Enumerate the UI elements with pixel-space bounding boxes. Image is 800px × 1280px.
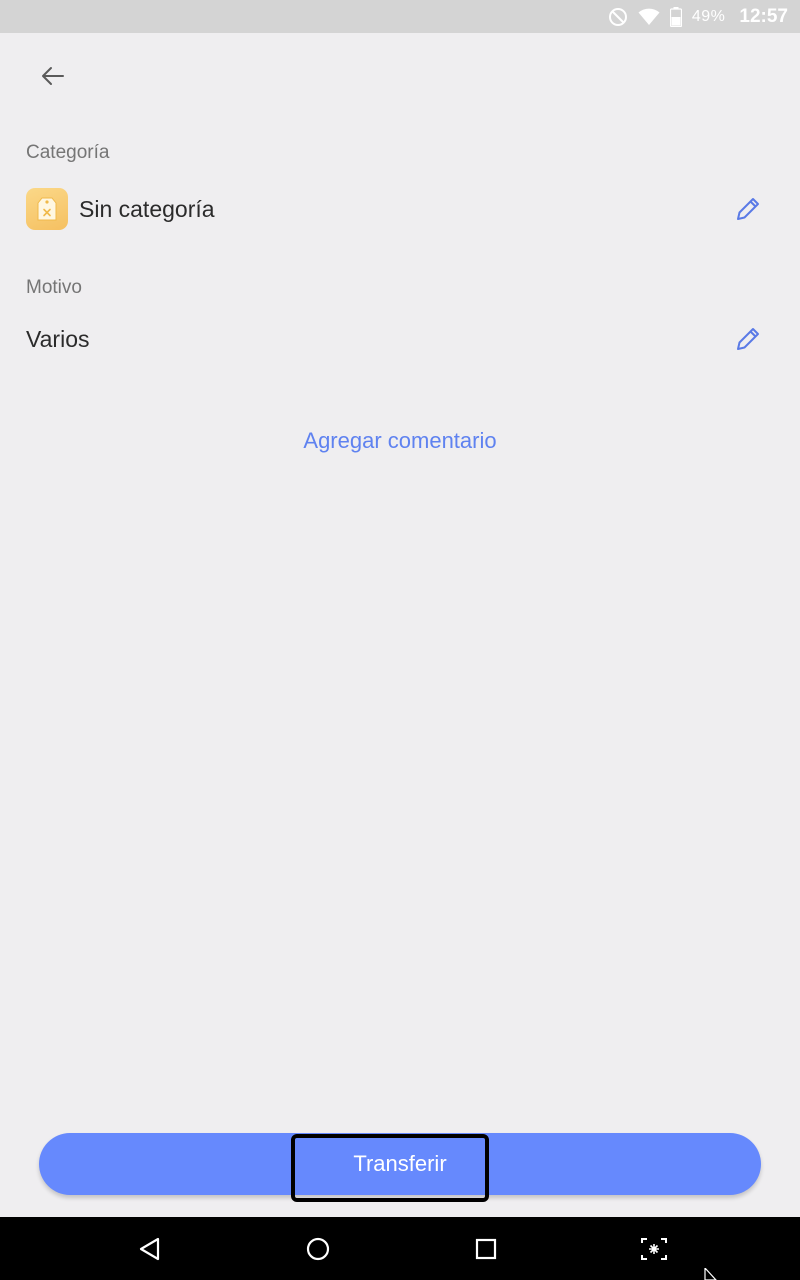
pencil-icon: [737, 198, 759, 220]
do-not-disturb-icon: [608, 7, 628, 27]
back-button[interactable]: [30, 55, 76, 97]
reason-value: Varios: [26, 325, 90, 352]
battery-icon: [669, 6, 682, 27]
nav-home-button[interactable]: [296, 1227, 340, 1271]
transfer-button-label: Transferir: [353, 1151, 447, 1176]
add-comment-link[interactable]: Agregar comentario: [0, 428, 800, 454]
category-row[interactable]: Sin categoría: [26, 184, 774, 234]
edit-category-button[interactable]: [726, 187, 770, 231]
reason-row[interactable]: Varios: [26, 314, 774, 364]
category-label: Categoría: [26, 142, 110, 163]
mouse-cursor-icon: [704, 1268, 717, 1280]
nav-recents-button[interactable]: [464, 1227, 508, 1271]
status-clock: 12:57: [739, 5, 788, 27]
transfer-button[interactable]: Transferir: [39, 1133, 761, 1195]
wifi-icon: [638, 8, 660, 26]
status-bar: 49% 12:57: [0, 0, 800, 33]
navigation-bar: [0, 1217, 800, 1280]
pencil-icon: [737, 328, 759, 350]
battery-percent: 49%: [691, 7, 726, 25]
uncategorized-tag-icon: [26, 188, 68, 230]
screenshot-icon: [641, 1238, 667, 1260]
category-value: Sin categoría: [79, 195, 215, 222]
arrow-left-icon: [42, 67, 64, 85]
nav-screenshot-button[interactable]: [632, 1227, 676, 1271]
home-circle-icon: [306, 1237, 330, 1261]
recents-square-icon: [475, 1238, 497, 1260]
nav-back-button[interactable]: [128, 1227, 172, 1271]
reason-label: Motivo: [26, 277, 82, 298]
edit-reason-button[interactable]: [726, 317, 770, 361]
back-triangle-icon: [139, 1237, 160, 1261]
